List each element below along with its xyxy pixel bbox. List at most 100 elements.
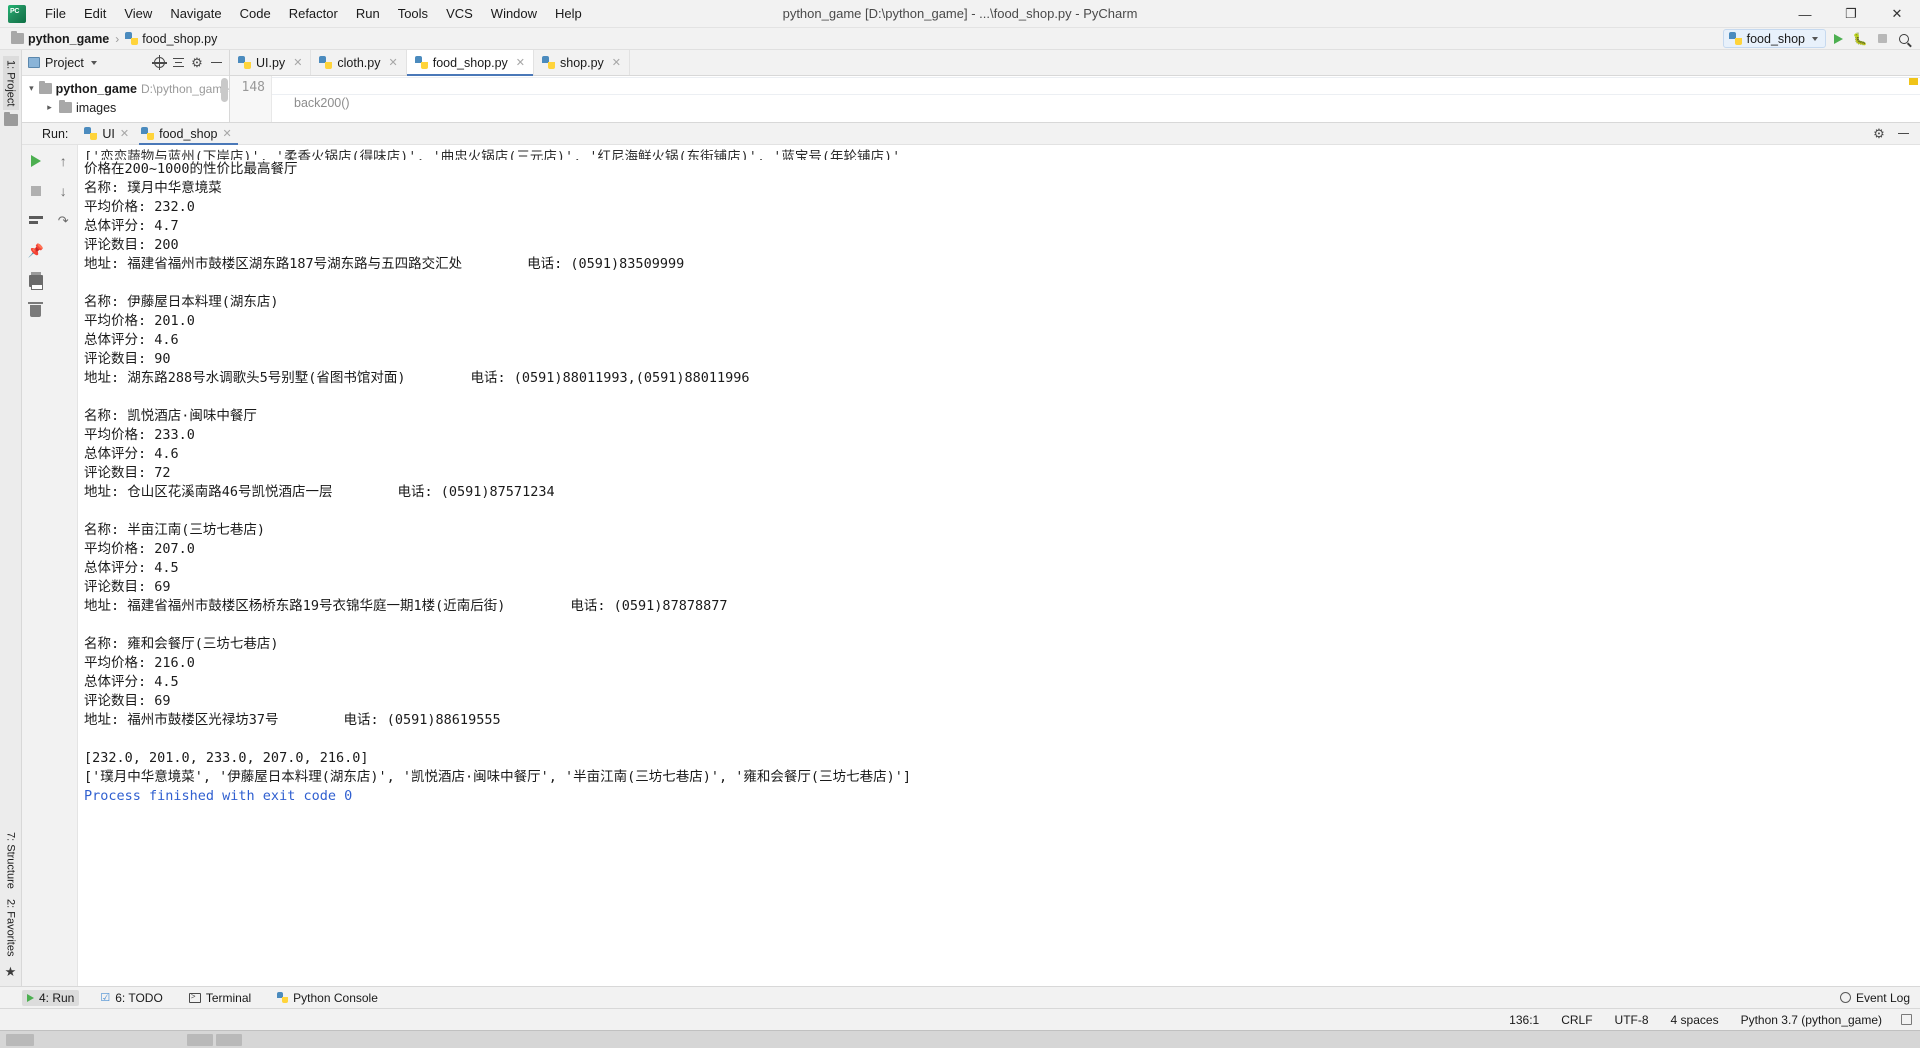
tab-ui-py[interactable]: UI.py ✕ [230, 50, 312, 75]
menu-edit[interactable]: Edit [75, 2, 115, 26]
menu-window[interactable]: Window [482, 2, 546, 26]
breadcrumb-project[interactable]: python_game [8, 31, 112, 46]
run-tab-ui[interactable]: UI ✕ [80, 125, 137, 143]
run-panel-settings-button[interactable]: ⚙ [1870, 125, 1888, 143]
tab-food-shop-py[interactable]: food_shop.py ✕ [406, 50, 534, 76]
console-output[interactable]: ['恋恋蔬物与蓝州(下岸店)', '柔香火锅店(得味店)', '曲忠火锅店(三元… [78, 145, 1920, 986]
bottom-item-event-log[interactable]: Event Log [1839, 991, 1910, 1005]
menu-view[interactable]: View [115, 2, 161, 26]
status-interpreter[interactable]: Python 3.7 (python_game) [1738, 1012, 1885, 1028]
stop-button[interactable] [26, 181, 46, 201]
soft-wrap-button[interactable]: ↷ [53, 211, 73, 231]
close-icon[interactable]: ✕ [120, 127, 129, 140]
minimize-button[interactable]: — [1782, 0, 1828, 28]
menu-bar: File Edit View Navigate Code Refactor Ru… [36, 0, 591, 27]
run-tab-food-shop[interactable]: food_shop ✕ [137, 125, 240, 145]
taskbar-chip[interactable] [187, 1033, 213, 1046]
collapse-all-button[interactable] [169, 54, 187, 72]
close-icon[interactable]: ✕ [389, 56, 398, 69]
hide-panel-button[interactable] [207, 54, 225, 72]
run-configuration-selector[interactable]: food_shop [1722, 29, 1826, 48]
menu-navigate[interactable]: Navigate [161, 2, 230, 26]
bottom-item-run[interactable]: 4: Run [22, 989, 80, 1006]
bottom-item-todo[interactable]: ☑ 6: TODO [95, 990, 167, 1006]
rerun-button[interactable] [26, 151, 46, 171]
bug-icon: 🐛 [1852, 31, 1868, 46]
menu-run[interactable]: Run [347, 2, 389, 26]
chevron-right-icon[interactable]: ▸ [44, 102, 55, 113]
run-button[interactable] [1828, 29, 1848, 48]
search-everywhere-button[interactable] [1894, 29, 1914, 48]
project-panel-title[interactable]: Project [28, 56, 97, 70]
menu-vcs[interactable]: VCS [437, 2, 482, 26]
menu-tools[interactable]: Tools [389, 2, 437, 26]
editor-warning-marker[interactable] [1909, 78, 1918, 85]
console-text: 价格在200~1000的性价比最高餐厅 名称: 璞月中华意境菜 平均价格: 23… [84, 161, 911, 785]
editor-tab-bar: UI.py ✕ cloth.py ✕ food_shop.py ✕ shop.p… [230, 50, 1920, 76]
maximize-button[interactable]: ❐ [1828, 0, 1874, 28]
run-panel-hide-button[interactable] [1894, 125, 1912, 143]
pin-tab-button[interactable]: 📌 [26, 241, 46, 261]
breadcrumb-separator: › [115, 31, 120, 46]
stop-button[interactable] [1872, 29, 1892, 48]
left-strip-project-label: 1: Project [4, 60, 17, 107]
print-button[interactable] [26, 271, 46, 291]
close-icon[interactable]: ✕ [612, 56, 621, 69]
scroll-from-source-button[interactable] [150, 54, 168, 72]
tab-cloth-py[interactable]: cloth.py ✕ [311, 50, 407, 75]
code-area[interactable]: back200() [272, 76, 1920, 122]
sidebar-item-project[interactable]: 1: Project [2, 56, 19, 111]
star-icon[interactable]: ★ [5, 964, 17, 980]
chevron-down-icon[interactable]: ▾ [28, 83, 35, 94]
breadcrumb-file-label: food_shop.py [142, 31, 218, 46]
bottom-item-label: Terminal [205, 990, 252, 1005]
debug-button[interactable]: 🐛 [1850, 29, 1870, 48]
clear-all-button[interactable] [26, 301, 46, 321]
menu-help[interactable]: Help [546, 2, 591, 26]
play-icon [1833, 33, 1843, 44]
status-caret-position[interactable]: 136:1 [1506, 1012, 1542, 1028]
project-tree-scrollbar[interactable] [221, 78, 228, 102]
collapse-all-icon [172, 57, 184, 68]
run-tab-label: UI [102, 126, 115, 141]
close-icon[interactable]: ✕ [516, 56, 525, 69]
tree-node-images[interactable]: ▸ images [22, 98, 229, 117]
bottom-item-python-console[interactable]: Python Console [272, 990, 383, 1006]
editor-area[interactable]: 148 back200() [230, 76, 1920, 122]
taskbar-chip[interactable] [216, 1033, 242, 1046]
breadcrumb-file[interactable]: food_shop.py [122, 32, 220, 46]
toggle-tasks-button[interactable] [26, 211, 46, 231]
lock-icon[interactable] [1901, 1014, 1912, 1025]
run-panel-header-actions: ⚙ [1870, 125, 1920, 143]
menu-refactor[interactable]: Refactor [280, 2, 347, 26]
bottom-tool-bar: 4: Run ☑ 6: TODO Terminal Python Console… [0, 986, 1920, 1008]
scroll-down-button[interactable]: ↓ [53, 181, 73, 201]
scroll-up-button[interactable]: ↑ [53, 151, 73, 171]
tree-node-python-game[interactable]: ▾ python_game D:\python_game [22, 79, 229, 98]
project-settings-button[interactable]: ⚙ [188, 54, 206, 72]
project-files-icon[interactable] [3, 112, 18, 127]
event-log-icon [1839, 992, 1851, 1003]
status-indent[interactable]: 4 spaces [1668, 1012, 1722, 1028]
status-encoding[interactable]: UTF-8 [1612, 1012, 1652, 1028]
run-panel: Run: UI ✕ food_shop ✕ ⚙ 📌 ↑ ↓ ↷ ['恋恋蔬物与蓝… [22, 122, 1920, 986]
sidebar-item-structure[interactable]: 7: Structure [3, 828, 19, 893]
bottom-item-terminal[interactable]: Terminal [184, 990, 256, 1006]
breadcrumb-project-label: python_game [28, 31, 110, 46]
status-line-separator[interactable]: CRLF [1558, 1012, 1595, 1028]
bottom-item-label: 4: Run [39, 990, 75, 1005]
tab-shop-py[interactable]: shop.py ✕ [534, 50, 630, 75]
menu-code[interactable]: Code [231, 2, 280, 26]
close-icon[interactable]: ✕ [223, 127, 232, 140]
console-scrollbar[interactable] [1908, 145, 1918, 986]
taskbar-chip[interactable] [6, 1033, 34, 1046]
python-file-icon [319, 56, 333, 69]
bottom-item-label: 6: TODO [115, 990, 163, 1005]
close-button[interactable]: ✕ [1874, 0, 1920, 28]
pin-icon: 📌 [27, 243, 44, 258]
close-icon[interactable]: ✕ [293, 56, 302, 69]
run-panel-toolbar: 📌 ↑ ↓ ↷ [22, 145, 78, 986]
sidebar-item-favorites[interactable]: 2: Favorites [3, 895, 19, 960]
project-icon [28, 57, 40, 68]
menu-file[interactable]: File [36, 2, 75, 26]
